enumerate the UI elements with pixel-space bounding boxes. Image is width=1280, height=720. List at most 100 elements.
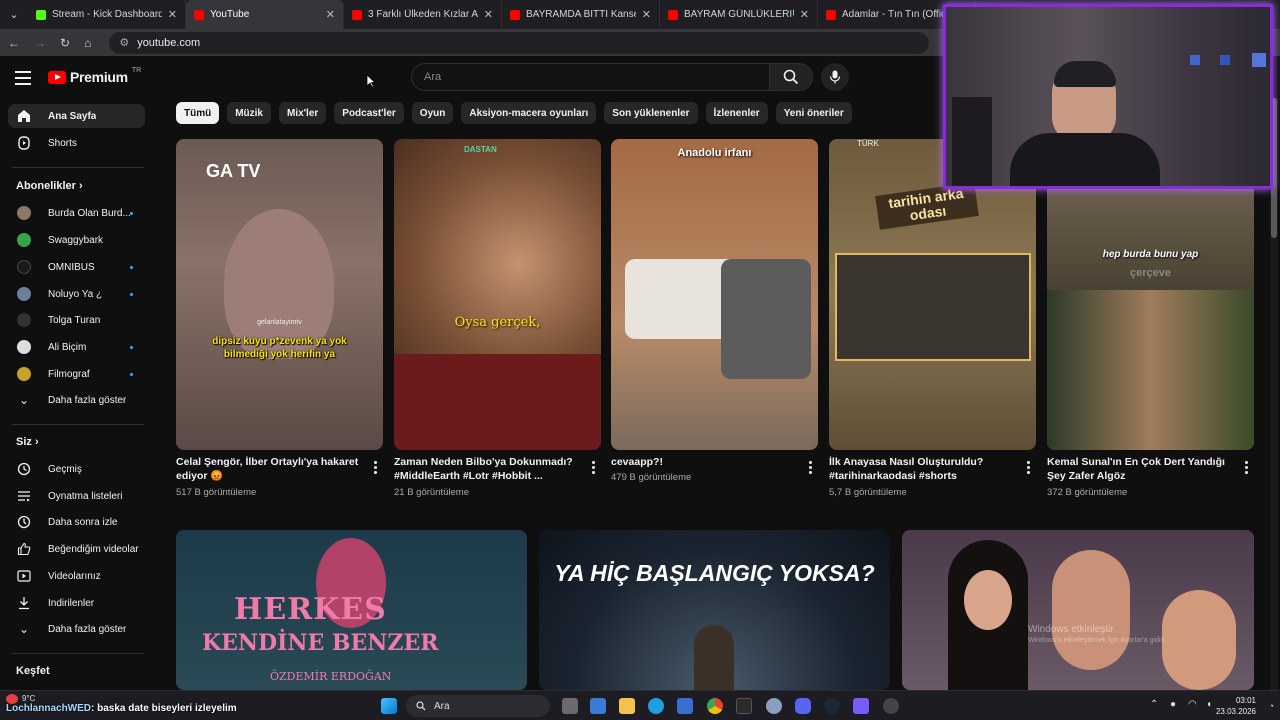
sidebar-item-subscription[interactable]: Burda Olan Burd... (8, 201, 145, 225)
chip-new-to-you[interactable]: Yeni öneriler (775, 102, 852, 124)
chip-watched[interactable]: İzlenenler (705, 102, 768, 124)
address-bar[interactable]: ⚙ youtube.com (109, 31, 930, 54)
task-view-icon[interactable] (562, 698, 578, 714)
sidebar-item-subscription[interactable]: Filmograf (8, 362, 145, 386)
video-title[interactable]: Zaman Neden Bilbo'ya Dokunmadı? #MiddleE… (394, 455, 579, 483)
reload-icon[interactable]: ↻ (60, 36, 70, 50)
chat-username: LochlannachWED (6, 703, 92, 714)
widgets-icon[interactable] (590, 698, 606, 714)
chip-recently-uploaded[interactable]: Son yüklenenler (604, 102, 698, 124)
network-icon[interactable]: ◠ (1188, 699, 1197, 710)
close-tab-icon[interactable]: ✕ (800, 8, 809, 21)
video-thumbnail[interactable]: HERKES KENDİNE BENZER ÖZDEMİR ERDOĞAN (176, 530, 527, 690)
menu-icon[interactable] (15, 71, 31, 89)
sidebar-item-downloads[interactable]: İndirilenler (8, 591, 145, 615)
windows-start-icon[interactable] (381, 698, 397, 714)
discord-icon[interactable] (795, 698, 811, 714)
close-tab-icon[interactable]: ✕ (168, 8, 177, 21)
app-icon[interactable] (766, 698, 782, 714)
video-thumbnail[interactable]: Windows etkinleştir Windows'u etkinleşti… (902, 530, 1254, 690)
video-title[interactable]: İlk Anayasa Nasıl Oluşturuldu? #tarihina… (829, 455, 1014, 483)
more-actions-icon[interactable] (592, 461, 595, 476)
sidebar-item-history[interactable]: Geçmiş (8, 457, 145, 481)
site-settings-icon[interactable]: ⚙ (119, 36, 129, 49)
taskbar-clock[interactable]: 03:01 23.03.2026 (1216, 695, 1256, 717)
video-card[interactable]: DASTAN Oysa gerçek, Zaman Neden Bilbo'ya… (394, 139, 601, 498)
tab-search-button[interactable]: ⌄ (0, 0, 28, 29)
sidebar-item-liked-videos[interactable]: Beğendiğim videolar (8, 537, 145, 561)
chevron-up-icon[interactable]: ⌃ (1150, 699, 1158, 710)
app-icon[interactable] (883, 698, 899, 714)
avatar (17, 260, 31, 274)
video-thumbnail[interactable]: Anadolu irfanı (611, 139, 818, 450)
forward-icon[interactable]: → (34, 36, 46, 50)
sidebar-item-subscription[interactable]: Tolga Turan (8, 308, 145, 332)
microphone-tray-icon[interactable]: ● (1170, 699, 1176, 710)
chip-all[interactable]: Tümü (176, 102, 220, 124)
youtube-logo[interactable]: Premium TR (48, 67, 141, 85)
tab-title: Stream - Kick Dashboard (52, 9, 162, 20)
more-actions-icon[interactable] (1245, 461, 1248, 476)
you-header[interactable]: Siz › (16, 436, 39, 448)
home-button-icon[interactable]: ⌂ (84, 36, 91, 50)
close-tab-icon[interactable]: ✕ (326, 8, 335, 21)
sidebar-item-label: Daha fazla göster (48, 623, 127, 635)
more-actions-icon[interactable] (374, 461, 377, 476)
video-thumbnail[interactable]: GA TV gelanlatayimtv dipsiz kuyu p*zeven… (176, 139, 383, 450)
sidebar-item-subscription[interactable]: Ali Biçim (8, 335, 145, 359)
sidebar-item-home[interactable]: Ana Sayfa (8, 104, 145, 128)
chip-music[interactable]: Müzik (227, 102, 271, 124)
file-explorer-icon[interactable] (619, 698, 635, 714)
microphone-icon (829, 70, 841, 84)
search-input[interactable]: Ara (411, 63, 770, 91)
sidebar-show-more-you[interactable]: ⌄ Daha fazla göster (8, 617, 145, 641)
volume-icon[interactable]: ◖ (1206, 699, 1212, 710)
more-actions-icon[interactable] (809, 461, 812, 476)
sidebar-item-subscription[interactable]: Swaggybark (8, 228, 145, 252)
search-button[interactable] (769, 63, 813, 91)
sidebar-show-more-subscriptions[interactable]: ⌄ Daha fazla göster (8, 388, 145, 412)
chip-gaming[interactable]: Oyun (411, 102, 454, 124)
weather-temperature[interactable]: 9°C (22, 694, 35, 703)
browser-tab[interactable]: Stream - Kick Dashboard ✕ (28, 0, 186, 29)
sidebar-item-label: Geçmiş (48, 463, 82, 475)
store-icon[interactable] (677, 698, 693, 714)
sidebar-item-your-videos[interactable]: Videolarınız (8, 564, 145, 588)
tab-title: 3 Farklı Ülkeden Kızlar Ankara'ı (368, 9, 478, 20)
close-tab-icon[interactable]: ✕ (484, 8, 493, 21)
chip-mixes[interactable]: Mix'ler (279, 102, 327, 124)
chip-action-adventure[interactable]: Aksiyon-macera oyunları (461, 102, 597, 124)
avatar (17, 313, 31, 327)
video-card[interactable]: Anadolu irfanı cevaapp?! 479 B görüntüle… (611, 139, 818, 483)
playlist-icon (18, 491, 30, 502)
browser-tab[interactable]: BAYRAM GÜNLÜKLERİ🥶 (go k ✕ (660, 0, 818, 29)
sidebar-item-shorts[interactable]: Shorts (8, 131, 145, 155)
chrome-icon[interactable] (707, 698, 723, 714)
sidebar-item-subscription[interactable]: OMNIBUS (8, 255, 145, 279)
sidebar-item-subscription[interactable]: Noluyo Ya ¿ (8, 282, 145, 306)
video-title[interactable]: Kemal Sunal'ın En Çok Dert Yandığı Şey Z… (1047, 455, 1232, 483)
video-title[interactable]: cevaapp?! (611, 455, 796, 469)
notification-bell-icon[interactable]: ◔ (1269, 701, 1274, 711)
obs-icon[interactable] (736, 698, 752, 714)
voice-search-button[interactable] (821, 63, 849, 91)
subscriptions-header[interactable]: Abonelikler › (16, 180, 83, 192)
browser-tab-active[interactable]: YouTube ✕ (186, 0, 344, 29)
steam-icon[interactable] (824, 698, 840, 714)
video-thumbnail[interactable]: DASTAN Oysa gerçek, (394, 139, 601, 450)
edge-icon[interactable] (648, 698, 664, 714)
back-icon[interactable]: ← (8, 36, 20, 50)
shorts-icon (18, 136, 30, 150)
browser-tab[interactable]: 3 Farklı Ülkeden Kızlar Ankara'ı ✕ (344, 0, 502, 29)
sidebar-item-watch-later[interactable]: Daha sonra izle (8, 510, 145, 534)
close-tab-icon[interactable]: ✕ (642, 8, 651, 21)
video-card[interactable]: GA TV gelanlatayimtv dipsiz kuyu p*zeven… (176, 139, 383, 498)
chip-podcasts[interactable]: Podcast'ler (334, 102, 404, 124)
more-actions-icon[interactable] (1027, 461, 1030, 476)
sidebar-item-playlists[interactable]: Oynatma listeleri (8, 484, 145, 508)
app-icon[interactable] (853, 698, 869, 714)
taskbar-search[interactable]: Ara (406, 695, 550, 717)
browser-tab[interactable]: BAYRAMDA BİTTİ Kanser olduğ ✕ (502, 0, 660, 29)
video-title[interactable]: Celal Şengör, İlber Ortaylı'ya hakaret e… (176, 455, 361, 483)
video-thumbnail[interactable]: YA HİÇ BAŞLANGIÇ YOKSA? (539, 530, 890, 690)
